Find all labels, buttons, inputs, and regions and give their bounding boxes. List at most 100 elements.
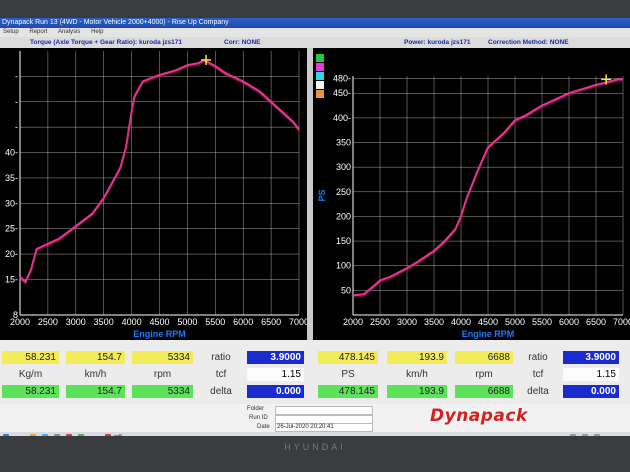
x-tick-label: 3000 xyxy=(397,317,417,327)
run-info-footer: Folder Run ID Date 26-Jul-2020 20:20:41 … xyxy=(0,404,630,432)
x-tick-label: 4000 xyxy=(451,317,471,327)
torque-value: 58.231 xyxy=(2,351,59,364)
power-correction: Correction Method: NONE xyxy=(488,39,569,46)
y-tick-label: 250 xyxy=(336,187,351,197)
x-tick-label: 5000 xyxy=(505,317,525,327)
y-tick-label: 200 xyxy=(336,211,351,221)
dyno-app-icon[interactable] xyxy=(66,434,72,436)
torque-caption: Torque (Axle Torque + Gear Ratio): kurod… xyxy=(30,39,183,46)
series-swatch[interactable] xyxy=(316,81,324,89)
date-label: Date xyxy=(257,424,270,430)
delta-value-right[interactable]: 0.000 xyxy=(563,385,619,398)
torque-unit: Kg/m xyxy=(18,369,43,380)
folder-field[interactable] xyxy=(275,406,373,415)
y-tick-label: 480- xyxy=(333,73,351,83)
delta-label: delta xyxy=(210,386,232,397)
torque-chart-panel: 2000 2500 3000 3500 4000 4500 5000 5500 6000 6500… xyxy=(0,48,307,340)
taskbar: pdf xyxy=(0,432,630,436)
dynapack-logo: Dynapack xyxy=(430,406,528,426)
x-tick-label: 3000 xyxy=(66,317,86,327)
series-swatch[interactable] xyxy=(316,72,324,80)
ratio-label-right: ratio xyxy=(528,352,548,363)
menu-report[interactable]: Report xyxy=(29,29,47,35)
tcf-label-right: tcf xyxy=(532,369,544,380)
speed-value-current: 154.7 xyxy=(66,385,125,398)
tcf-value[interactable]: 1.15 xyxy=(247,368,304,381)
chart-info-bar: Torque (Axle Torque + Gear Ratio): kurod… xyxy=(0,37,630,48)
torque-chart: 2000 2500 3000 3500 4000 4500 5000 5500 6000 6500… xyxy=(5,51,307,339)
y-tick-label: 50 xyxy=(341,285,351,295)
series-swatch[interactable] xyxy=(316,63,324,71)
x-tick-label: 3500 xyxy=(94,317,114,327)
pdf-icon xyxy=(105,434,111,436)
runid-label: Run ID xyxy=(249,415,268,421)
menu-help[interactable]: Help xyxy=(91,29,103,35)
x-axis-title: Engine RPM xyxy=(133,329,186,339)
tray-icon-3[interactable] xyxy=(594,434,600,436)
rpm-value: 5334 xyxy=(132,351,193,364)
x-tick-label: 5500 xyxy=(205,317,225,327)
y-tick-label: 15- xyxy=(5,274,18,284)
delta-value[interactable]: 0.000 xyxy=(247,385,304,398)
speed-value-right-current: 193.9 xyxy=(387,385,447,398)
y-tick-label: 30- xyxy=(5,198,18,208)
tray-icon[interactable] xyxy=(570,434,576,436)
series-swatch[interactable] xyxy=(316,90,324,98)
y-tick-label: 350 xyxy=(336,138,351,148)
taskbar-pdf-item[interactable]: pdf xyxy=(114,432,122,436)
x-tick-label: 2500 xyxy=(370,317,390,327)
browser-icon[interactable] xyxy=(42,434,48,436)
x-tick-label: 6500 xyxy=(261,317,281,327)
y-tick-label: 40- xyxy=(5,148,18,158)
delta-label-right: delta xyxy=(527,386,549,397)
x-tick-label: 4500 xyxy=(478,317,498,327)
menu-analysis[interactable]: Analysis xyxy=(58,29,80,35)
series-swatch[interactable] xyxy=(316,54,324,62)
x-tick-label: 4500 xyxy=(149,317,169,327)
power-value-current: 478.145 xyxy=(318,385,378,398)
power-unit: PS xyxy=(341,369,355,380)
speed-value: 154.7 xyxy=(66,351,125,364)
torque-correction: Corr: NONE xyxy=(224,39,261,46)
monitor-brand: HYUNDAI xyxy=(284,442,346,452)
readout-panel: 58.231 154.7 5334 Kg/m km/h rpm 58.231 1… xyxy=(0,340,630,404)
rpm-unit: rpm xyxy=(153,369,172,380)
tcf-value-right[interactable]: 1.15 xyxy=(563,368,619,381)
y-tick-label: 25- xyxy=(5,224,18,234)
folder-icon[interactable] xyxy=(30,434,36,436)
y-tick-label: 300 xyxy=(336,162,351,172)
x-tick-label: 2000 xyxy=(343,317,363,327)
power-chart: 2000 2500 3000 3500 4000 4500 5000 5500 6000 6500… xyxy=(317,73,630,339)
start-icon[interactable] xyxy=(3,434,9,436)
y-axis-title: PS xyxy=(317,189,327,201)
tray-icon-2[interactable] xyxy=(582,434,588,436)
y-tick-label: 450- xyxy=(333,88,351,98)
app-window: Dynapack Run 13 (4WD - Motor Vehicle 200… xyxy=(0,18,630,436)
x-tick-label: 5500 xyxy=(532,317,552,327)
app-icon[interactable] xyxy=(54,434,60,436)
x-tick-label: 4000 xyxy=(122,317,142,327)
x-axis-title: Engine RPM xyxy=(462,329,515,339)
y-tick-label: 400- xyxy=(333,113,351,123)
y-tick-label: - xyxy=(15,122,18,132)
torque-value-current: 58.231 xyxy=(2,385,59,398)
window-title: Dynapack Run 13 (4WD - Motor Vehicle 200… xyxy=(0,18,630,28)
x-tick-label: 2500 xyxy=(38,317,58,327)
ratio-value-right[interactable]: 3.9000 xyxy=(563,351,619,364)
y-tick-label: 20- xyxy=(5,249,18,259)
power-chart-panel: 2000 2500 3000 3500 4000 4500 5000 5500 6000 6500… xyxy=(313,48,630,340)
speed-unit: km/h xyxy=(84,369,107,380)
ratio-value[interactable]: 3.9000 xyxy=(247,351,304,364)
ratio-label: ratio xyxy=(211,352,231,363)
y-tick-label: 100 xyxy=(336,261,351,271)
y-tick-label: - xyxy=(15,97,18,107)
x-tick-label: 5000 xyxy=(177,317,197,327)
x-tick-label: 7000 xyxy=(289,317,307,327)
settings-icon[interactable] xyxy=(78,434,84,436)
date-field[interactable]: 26-Jul-2020 20:20:41 xyxy=(275,423,373,432)
folder-label: Folder xyxy=(247,406,265,412)
power-caption: Power: kuroda jzs171 xyxy=(404,39,471,46)
menu-setup[interactable]: Setup xyxy=(3,29,19,35)
x-tick-label: 7000 xyxy=(613,317,630,327)
y-tick-label: 150 xyxy=(336,236,351,246)
